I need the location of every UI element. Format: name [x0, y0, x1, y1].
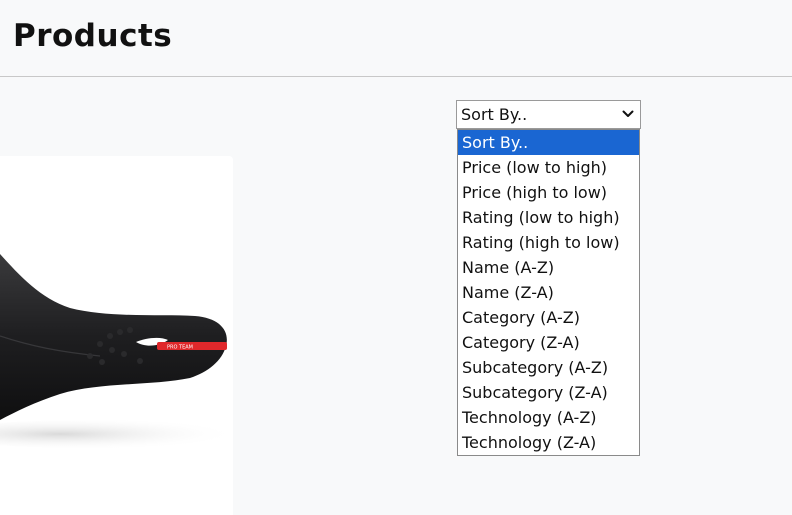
sort-option[interactable]: Price (low to high) [458, 155, 639, 180]
sort-select-value: Sort By.. [461, 105, 528, 124]
sort-option[interactable]: Technology (Z-A) [458, 430, 639, 455]
sort-option[interactable]: Sort By.. [458, 130, 639, 155]
sort-option[interactable]: Category (Z-A) [458, 330, 639, 355]
sort-option[interactable]: Subcategory (A-Z) [458, 355, 639, 380]
sort-option[interactable]: Name (A-Z) [458, 255, 639, 280]
product-card[interactable]: PRO TEAM [0, 156, 233, 515]
sort-option[interactable]: Rating (low to high) [458, 205, 639, 230]
page-title: Products [13, 18, 173, 54]
sort-option[interactable]: Name (Z-A) [458, 280, 639, 305]
sort-select[interactable]: Sort By.. [456, 100, 641, 129]
chevron-down-icon [622, 110, 634, 117]
page-header: Products [0, 0, 792, 77]
sort-dropdown-list[interactable]: Sort By.. Price (low to high) Price (hig… [457, 129, 640, 456]
saddle-label: PRO TEAM [167, 345, 193, 351]
product-image[interactable]: PRO TEAM [0, 156, 233, 515]
sort-option[interactable]: Rating (high to low) [458, 230, 639, 255]
sort-option[interactable]: Subcategory (Z-A) [458, 380, 639, 405]
sort-option[interactable]: Price (high to low) [458, 180, 639, 205]
saddle-accent-stripe: PRO TEAM [157, 342, 227, 351]
sort-option[interactable]: Category (A-Z) [458, 305, 639, 330]
sort-option[interactable]: Technology (A-Z) [458, 405, 639, 430]
